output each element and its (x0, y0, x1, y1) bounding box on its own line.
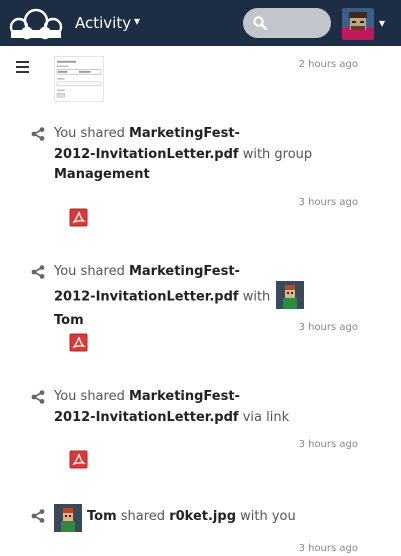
activity-time: 3 hours ago (298, 322, 358, 333)
activity-subject: You shared MarketingFest- 2012-Invitatio… (54, 126, 313, 182)
file-preview-thumbnail[interactable] (54, 56, 104, 102)
file-link[interactable]: 2012-InvitationLetter.pdf (54, 147, 239, 162)
user-name[interactable]: Tom (54, 313, 84, 328)
activity-time: 3 hours ago (298, 439, 358, 450)
share-icon (31, 509, 45, 523)
group-name: Management (54, 167, 150, 182)
user-avatar[interactable] (342, 8, 374, 40)
file-link[interactable]: MarketingFest- (129, 389, 240, 404)
owncloud-logo-icon[interactable] (5, 6, 67, 40)
activity-subject: Tom shared r0ket.jpg with you (87, 509, 296, 524)
file-link[interactable]: MarketingFest- (129, 264, 240, 279)
pdf-file-icon[interactable] (69, 333, 88, 352)
activity-subject: You shared MarketingFest- 2012-Invitatio… (54, 262, 324, 331)
app-menu-title[interactable]: Activity (75, 14, 131, 32)
activity-time: 3 hours ago (298, 543, 358, 554)
file-link[interactable]: 2012-InvitationLetter.pdf (54, 289, 239, 304)
share-icon (31, 265, 45, 279)
user-menu-caret-icon[interactable]: ▾ (379, 16, 385, 30)
search-icon (253, 16, 267, 30)
user-name[interactable]: Tom (87, 509, 117, 524)
top-header-bar: Activity ▾ ▾ (0, 0, 401, 46)
activity-subject: You shared MarketingFest- 2012-Invitatio… (54, 389, 290, 425)
hamburger-menu-icon[interactable] (16, 61, 29, 73)
activity-time: 3 hours ago (298, 197, 358, 208)
pdf-file-icon[interactable] (69, 208, 88, 227)
user-avatar-tom[interactable] (54, 504, 82, 532)
user-avatar-tom[interactable] (276, 280, 305, 309)
share-icon (31, 127, 45, 141)
file-link[interactable]: 2012-InvitationLetter.pdf (54, 410, 239, 425)
pdf-file-icon[interactable] (69, 450, 88, 469)
search-input[interactable] (243, 8, 331, 38)
activity-time: 2 hours ago (298, 59, 358, 70)
share-icon (31, 390, 45, 404)
app-menu-caret-icon[interactable]: ▾ (134, 14, 140, 28)
file-link[interactable]: MarketingFest- (129, 126, 240, 141)
file-link[interactable]: r0ket.jpg (169, 509, 236, 524)
